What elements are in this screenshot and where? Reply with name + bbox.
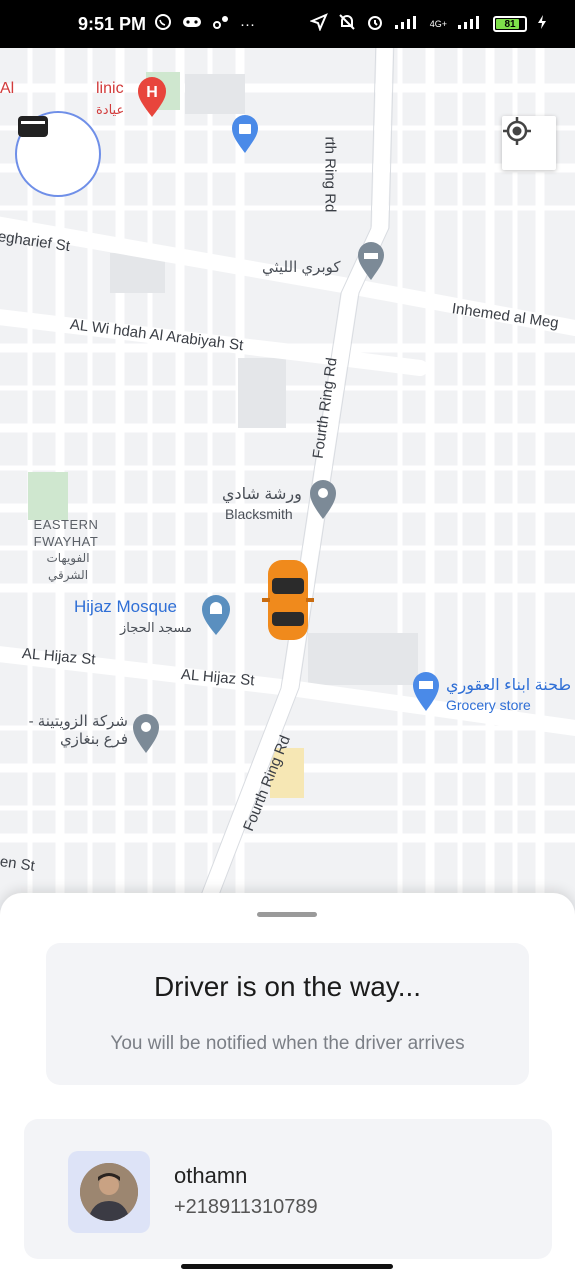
map-label-fourth-ring-top: rth Ring Rd	[321, 136, 339, 213]
status-right-icons: 4G+ 81	[308, 13, 547, 35]
map-label-grocery-ar: طحنة ابناء العقوري	[446, 677, 572, 694]
map-view[interactable]: Al linic عيادة H egharief St كوبري الليث…	[0, 48, 575, 900]
alarm-icon	[366, 13, 384, 35]
mute-icon	[338, 13, 356, 35]
game-icon	[182, 14, 202, 34]
location-arrow-icon	[308, 13, 328, 35]
more-icon: ···	[240, 15, 256, 33]
map-label-clinic-b: linic	[96, 80, 124, 97]
map-label-clinic: Al	[0, 80, 15, 97]
sheet-drag-handle[interactable]	[257, 912, 317, 917]
map-label-bridge-ar: كوبري الليثي	[262, 259, 341, 276]
driver-name: othamn	[174, 1163, 248, 1188]
map-label-blacksmith: Blacksmith	[225, 506, 293, 522]
trip-status-subtitle: You will be notified when the driver arr…	[110, 1033, 465, 1054]
map-label-mosque-ar: مسجد الحجاز	[120, 620, 192, 635]
4g-signal-icon	[457, 14, 483, 34]
map-label-grocery: Grocery store	[446, 697, 531, 713]
trip-status-title: Driver is on the way...	[153, 971, 422, 1002]
map-label-area-ar: الفويهات الشرقي	[46, 551, 90, 582]
driver-phone[interactable]: +218911310789	[174, 1196, 318, 1219]
map-label-area: EASTERN FWAYHAT	[33, 517, 99, 549]
trip-status-card: Driver is on the way... You will be noti…	[46, 943, 529, 1085]
map-label-clinic-ar: عيادة	[96, 102, 125, 117]
home-indicator[interactable]	[181, 1264, 393, 1269]
status-left-icons: ···	[154, 13, 255, 35]
svg-text:H: H	[146, 84, 158, 101]
status-time: 9:51 PM	[78, 13, 147, 34]
driver-card[interactable]: othamn +218911310789	[24, 1119, 552, 1259]
battery-icon: 81	[493, 16, 527, 32]
wallet-button[interactable]	[15, 111, 101, 197]
map-label-mosque: Hijaz Mosque	[74, 597, 177, 616]
battery-level: 81	[504, 18, 516, 30]
my-location-button[interactable]	[502, 116, 556, 170]
map-label-company-ar: شركة الزويتينة - فرع بنغازي	[28, 713, 128, 748]
bottom-sheet[interactable]: Driver is on the way... You will be noti…	[0, 893, 575, 1280]
network-label: 4G+	[429, 18, 447, 29]
whatsapp-icon	[154, 13, 172, 35]
link-icon	[212, 14, 230, 34]
charging-icon	[537, 14, 547, 34]
driver-avatar-box	[68, 1151, 150, 1233]
signal-icon	[394, 14, 420, 34]
map-label-blacksmith-ar: ورشة شادي	[222, 486, 302, 503]
avatar	[80, 1163, 138, 1221]
status-bar: 9:51 PM ··· 4G+ 81	[0, 0, 575, 48]
